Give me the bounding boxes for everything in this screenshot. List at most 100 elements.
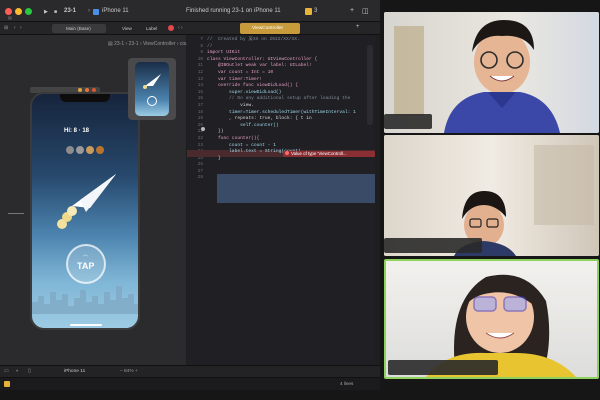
device-selector[interactable]: iPhone 11 xyxy=(102,8,129,14)
zoom-window-button[interactable] xyxy=(25,8,32,15)
video-tile-3-active-speaker[interactable] xyxy=(384,259,599,379)
title-bar: ▤ ▶ ■ 23-1 › iPhone 11 Finished running … xyxy=(0,0,380,22)
error-dot-icon xyxy=(285,151,289,155)
line-number[interactable]: 15 xyxy=(189,90,203,97)
activity-status: Finished running 23-1 on iPhone 11 xyxy=(186,8,281,14)
line-number[interactable]: 23 xyxy=(189,143,203,150)
error-icon[interactable] xyxy=(168,25,174,31)
line-number[interactable]: 22 xyxy=(189,136,203,143)
line-number[interactable]: 9 xyxy=(189,50,203,57)
line-number[interactable]: 10 xyxy=(189,57,203,64)
code-line[interactable]: func counter(){ xyxy=(207,136,356,143)
app-icon xyxy=(93,9,99,15)
tap-label: TAP xyxy=(77,261,95,271)
code-line[interactable]: var count = Int = 10 xyxy=(207,70,356,77)
jump-bar: ⊞ ‹ › Main (Base) View Label ‹ › ViewCon… xyxy=(0,22,380,35)
add-icon[interactable]: + xyxy=(350,7,354,14)
canvas-bottom-bar: ▭ ◐ ▯ iPhone 11 – 84% + xyxy=(0,365,380,377)
code-editor[interactable]: 7891011121314151617181920212223242526272… xyxy=(187,35,375,365)
outlet-connection-icon[interactable] xyxy=(201,127,205,131)
line-number[interactable]: 16 xyxy=(189,96,203,103)
code-line[interactable]: self.counter() xyxy=(207,123,356,130)
warning-count: 3 xyxy=(314,8,318,14)
participant-3-nametag xyxy=(388,360,498,375)
entry-point-arrow[interactable] xyxy=(8,213,24,214)
coin-icon-4 xyxy=(96,146,104,154)
line-number[interactable]: 28 xyxy=(189,175,203,182)
source-text[interactable]: // Created by 吴XX on 2022/XX/XX.//import… xyxy=(207,37,356,162)
forward-arrow-icon[interactable]: › xyxy=(20,25,22,31)
appearance-icon[interactable]: ◐ xyxy=(16,368,19,374)
participant-1-nametag xyxy=(384,114,432,129)
tab-storyboard[interactable]: Main (Base) xyxy=(52,24,106,33)
stop-button[interactable]: ■ xyxy=(54,9,57,15)
code-line[interactable]: @IBOutlet weak var label: UILabel! xyxy=(207,63,356,70)
xcode-window: ▤ ▶ ■ 23-1 › iPhone 11 Finished running … xyxy=(0,0,380,390)
line-number[interactable]: 18 xyxy=(189,110,203,117)
video-tile-2[interactable] xyxy=(384,135,599,256)
library-icon[interactable]: ◫ xyxy=(362,7,369,15)
issue-filter-icon[interactable] xyxy=(4,381,10,387)
nav-arrows-icon[interactable]: ‹ › xyxy=(178,25,183,31)
line-number[interactable]: 8 xyxy=(189,44,203,51)
code-line[interactable]: }) xyxy=(207,129,356,136)
scheme-name[interactable]: 23-1 xyxy=(64,8,76,14)
home-indicator xyxy=(70,324,102,326)
video-tile-1[interactable] xyxy=(384,12,599,133)
code-line[interactable]: override func viewDidLoad() { xyxy=(207,83,356,90)
close-window-button[interactable] xyxy=(5,8,12,15)
outline-toggle-icon[interactable]: ▭ xyxy=(4,368,9,374)
line-number[interactable]: 27 xyxy=(189,169,203,176)
minimap-scrollbar[interactable] xyxy=(367,45,373,125)
line-number[interactable]: 11 xyxy=(189,63,203,70)
error-message: Value of type 'ViewControll... xyxy=(291,150,347,156)
code-line[interactable]: // Do any additional setup after loading… xyxy=(207,96,356,103)
canvas-device-selector[interactable]: iPhone 11 xyxy=(64,369,85,374)
code-line[interactable]: // Created by 吴XX on 2022/XX/XX. xyxy=(207,37,356,44)
device-frame-icon[interactable]: ▯ xyxy=(28,368,31,374)
related-items-icon[interactable]: ⊞ xyxy=(4,25,8,31)
add-editor-icon[interactable]: + xyxy=(356,24,360,30)
line-number[interactable]: 12 xyxy=(189,70,203,77)
score-label: Hi: 8 · 18 xyxy=(64,128,90,134)
tab-storyboard-label: Main (Base) xyxy=(66,25,91,31)
chevron-right-icon: › xyxy=(88,8,90,14)
line-number[interactable]: 13 xyxy=(189,77,203,84)
selection-highlight xyxy=(217,174,375,203)
scene-thumbnail[interactable] xyxy=(128,58,176,120)
filter-count: 4 lines xyxy=(340,381,354,386)
debug-bar: 4 lines xyxy=(0,377,380,390)
back-arrow-icon[interactable]: ‹ xyxy=(14,25,16,31)
paper-plane-icon xyxy=(57,174,116,229)
phone-notch xyxy=(60,94,110,102)
tab-viewcontroller[interactable]: ViewController xyxy=(240,23,300,34)
line-number[interactable]: 26 xyxy=(189,162,203,169)
code-line[interactable]: , repeats: true, block: { t in xyxy=(207,116,356,123)
jump-label[interactable]: Label xyxy=(146,26,157,31)
tab-viewcontroller-label: ViewController xyxy=(252,25,284,31)
sidebar-toggle-icon[interactable]: ▤ xyxy=(8,15,12,20)
coin-icon-3 xyxy=(86,146,94,154)
coin-icon-1 xyxy=(66,146,74,154)
line-number[interactable]: 7 xyxy=(189,37,203,44)
code-line[interactable]: import UIKit xyxy=(207,50,356,57)
run-button[interactable]: ▶ xyxy=(44,9,48,15)
code-line[interactable]: } xyxy=(207,156,356,163)
code-line[interactable]: view. xyxy=(207,103,356,110)
thumbnail-tap-button xyxy=(147,96,157,106)
participant-2-nametag xyxy=(384,238,482,253)
line-number[interactable]: 17 xyxy=(189,103,203,110)
chevron-up-icon: ︿ xyxy=(83,252,89,258)
error-banner[interactable]: Value of type 'ViewControll... xyxy=(283,150,375,157)
jump-view[interactable]: View xyxy=(122,26,132,31)
thumbnail-phone xyxy=(135,62,169,116)
line-number-gutter: 7891011121314151617181920212223242526272… xyxy=(189,37,203,182)
iphone-preview[interactable]: Hi: 8 · 18 ︿ TAP xyxy=(30,92,140,330)
coin-icon-2 xyxy=(76,146,84,154)
warning-icon[interactable] xyxy=(305,8,312,15)
zoom-controls[interactable]: – 84% + xyxy=(120,369,138,374)
city-skyline xyxy=(32,286,138,314)
line-number[interactable]: 14 xyxy=(189,83,203,90)
line-number[interactable]: 19 xyxy=(189,116,203,123)
minimize-window-button[interactable] xyxy=(15,8,22,15)
